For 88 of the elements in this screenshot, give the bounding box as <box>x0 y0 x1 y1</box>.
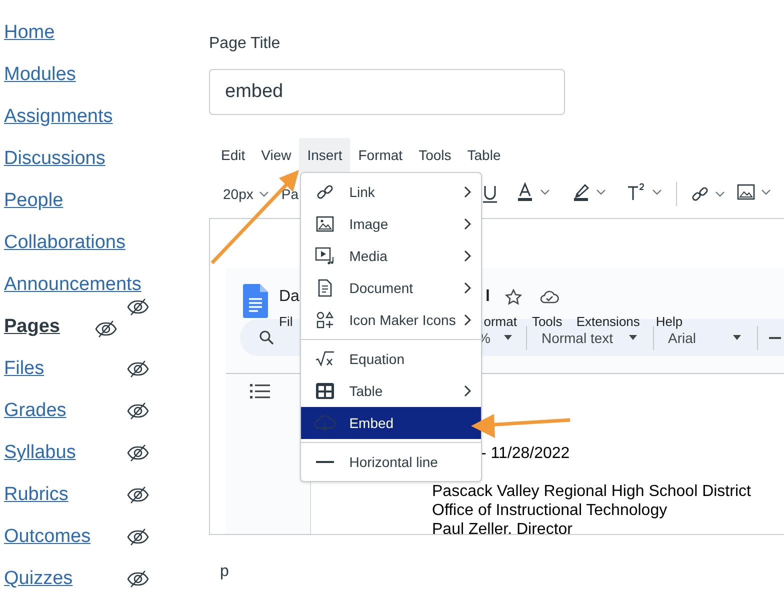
nav-link[interactable]: Collaborations <box>4 232 126 254</box>
menu-option[interactable]: Image <box>301 208 482 240</box>
chevron-down-icon <box>761 189 772 195</box>
document-title: l <box>485 288 490 306</box>
square-root-icon <box>315 351 336 367</box>
hidden-eye-icon <box>127 528 149 546</box>
docs-menu-item[interactable]: Fil <box>279 314 293 328</box>
field-label: Page Title <box>209 34 282 54</box>
chevron-right-icon <box>464 282 472 294</box>
document-text: Office of Instructional Technology <box>432 501 668 520</box>
document-icon <box>317 279 334 297</box>
docs-menu-item[interactable]: ormat <box>484 314 517 328</box>
docs-menu-item[interactable]: Extensions <box>576 314 640 328</box>
chevron-right-icon <box>464 385 472 397</box>
nav-link[interactable]: Discussions <box>4 148 106 170</box>
docs-menu-item[interactable]: Help <box>656 314 683 328</box>
hidden-eye-icon <box>127 486 149 504</box>
nav-link[interactable]: Rubrics <box>4 484 68 506</box>
image-icon <box>316 216 334 232</box>
menu-option[interactable]: Link <box>301 176 482 208</box>
chevron-down-icon <box>596 189 606 195</box>
docs-logo-icon <box>243 284 268 318</box>
nav-link[interactable]: Outcomes <box>4 526 91 548</box>
text-color-icon[interactable] <box>516 182 534 202</box>
media-icon <box>315 247 336 265</box>
font-dropdown[interactable]: Arial <box>668 330 742 346</box>
nav-link[interactable]: Modules <box>4 64 76 86</box>
chevron-right-icon <box>464 250 472 262</box>
nav-link[interactable]: Syllabus <box>4 442 76 464</box>
chevron-down-icon <box>259 190 270 196</box>
superscript-icon[interactable] <box>626 182 646 202</box>
document-text: - 11/28/2022 <box>481 444 571 463</box>
link-icon[interactable] <box>691 184 710 202</box>
document-text: Pascack Valley Regional High School District <box>432 482 752 501</box>
nav-link[interactable]: Assignments <box>4 106 113 128</box>
menu-item[interactable]: View <box>253 138 300 172</box>
chevron-right-icon <box>464 314 472 326</box>
menu-item[interactable]: Insert <box>299 138 350 172</box>
chevron-down-icon <box>540 189 550 195</box>
docs-menu-item[interactable]: Tools <box>532 314 562 328</box>
menu-item[interactable]: Format <box>350 138 411 172</box>
cloud-check-icon[interactable] <box>540 290 559 304</box>
menu-item[interactable]: Edit <box>213 138 254 172</box>
cloud-icon <box>314 415 336 431</box>
nav-link[interactable]: Quizzes <box>4 568 73 590</box>
nav-link[interactable]: Home <box>4 22 55 44</box>
page-title-field[interactable]: embed <box>209 69 565 115</box>
nav-link[interactable]: Grades <box>4 400 66 422</box>
star-icon[interactable] <box>504 289 522 305</box>
style-dropdown[interactable]: Normal text <box>541 330 638 346</box>
chevron-right-icon <box>464 218 472 230</box>
hidden-eye-icon <box>127 444 149 462</box>
chevron-right-icon <box>464 186 472 198</box>
chevron-down-icon <box>652 189 662 195</box>
chevron-down-icon <box>715 190 726 196</box>
menu-option[interactable]: Media <box>301 240 482 272</box>
element-path: p <box>220 562 230 582</box>
menu-item[interactable]: Table <box>459 138 509 172</box>
hidden-eye-icon <box>127 570 149 588</box>
hidden-eye-icon <box>95 320 117 338</box>
nav-link[interactable]: People <box>4 190 64 212</box>
menu-option[interactable]: Embed <box>301 407 482 439</box>
hidden-eye-icon <box>127 402 149 420</box>
hidden-eye-icon <box>127 298 149 316</box>
hidden-eye-icon <box>127 360 149 378</box>
document-text: Paul Zeller. Director <box>432 520 574 534</box>
minus-icon[interactable] <box>769 336 782 338</box>
horizontal-line-icon <box>316 460 334 464</box>
table-icon <box>315 382 336 400</box>
document-title: Da <box>279 288 300 306</box>
menu-option[interactable]: Table <box>301 375 482 407</box>
shapes-icon <box>316 311 334 329</box>
menu-option[interactable]: Icon Maker Icons <box>301 304 482 336</box>
underline-icon[interactable] <box>482 184 498 204</box>
menu-item[interactable]: Tools <box>410 138 460 172</box>
menu-option[interactable]: Horizontal line <box>301 446 482 478</box>
nav-link[interactable]: Announcements <box>4 274 142 296</box>
font-size-dropdown[interactable]: 20px <box>223 186 270 202</box>
link-icon <box>316 183 334 201</box>
outline-list-icon[interactable] <box>250 384 270 399</box>
search-icon[interactable] <box>259 330 274 345</box>
paragraph-dropdown[interactable]: Pa <box>281 186 298 202</box>
nav-link[interactable]: Files <box>4 358 44 380</box>
nav-link[interactable]: Pages <box>4 316 60 338</box>
menu-option[interactable]: Equation <box>301 343 482 375</box>
image-icon[interactable] <box>737 184 756 200</box>
menu-option[interactable]: Document <box>301 272 482 304</box>
highlighter-icon[interactable] <box>572 182 590 202</box>
